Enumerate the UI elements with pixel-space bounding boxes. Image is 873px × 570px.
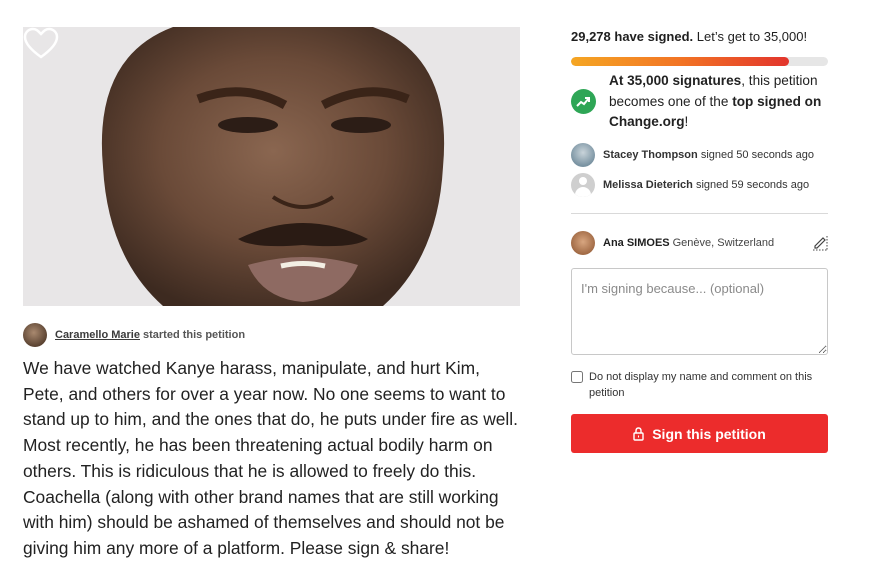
hide-name-checkbox[interactable] [571, 371, 583, 383]
comment-textarea[interactable] [571, 268, 828, 355]
starter-name-link[interactable]: Caramello Marie [55, 329, 140, 341]
signer-name: Stacey Thompson [603, 149, 698, 161]
privacy-option[interactable]: Do not display my name and comment on th… [571, 369, 828, 401]
signer-time: signed 59 seconds ago [695, 179, 810, 191]
signer-name: Melissa Dieterich [603, 179, 693, 191]
edit-icon[interactable] [812, 235, 828, 251]
sign-petition-button[interactable]: Sign this petition [571, 414, 828, 453]
divider [571, 213, 828, 214]
face-illustration [23, 27, 520, 306]
avatar [571, 143, 595, 167]
trending-up-icon [571, 89, 596, 114]
avatar [571, 173, 595, 197]
progress-text: 29,278 have signed. Let’s get to 35,000! [571, 29, 807, 44]
avatar [23, 323, 47, 347]
milestone-text: At 35,000 signatures, this petition beco… [609, 71, 829, 133]
petition-image [23, 27, 520, 306]
milestone-bold-1: At 35,000 signatures [609, 73, 742, 88]
avatar [571, 231, 595, 255]
current-user-name: Ana SIMOES [603, 237, 670, 249]
signer-time: signed 50 seconds ago [700, 149, 814, 161]
current-user-location: Genève, Switzerland [672, 237, 775, 249]
goal-text: Let’s get to 35,000! [696, 29, 808, 44]
recent-signers: Stacey Thompson signed 50 seconds ago Me… [571, 143, 814, 203]
milestone-text-2: ! [684, 114, 689, 130]
starter-verb: started this petition [142, 329, 246, 341]
petition-description: We have watched Kanye harass, manipulate… [23, 358, 518, 558]
favorite-heart-icon[interactable] [23, 27, 59, 61]
sign-button-label: Sign this petition [652, 425, 766, 442]
signed-count: 29,278 have signed. [571, 29, 694, 44]
progress-bar [571, 57, 828, 66]
progress-bar-fill [571, 57, 790, 66]
current-user: Ana SIMOES Genève, Switzerland [571, 231, 828, 255]
petition-starter: Caramello Marie started this petition [23, 322, 245, 348]
list-item: Melissa Dieterich signed 59 seconds ago [571, 173, 814, 197]
lock-icon [633, 426, 644, 441]
list-item: Stacey Thompson signed 50 seconds ago [571, 143, 814, 167]
checkbox-label: Do not display my name and comment on th… [589, 371, 813, 399]
milestone-notice: At 35,000 signatures, this petition beco… [571, 71, 829, 133]
